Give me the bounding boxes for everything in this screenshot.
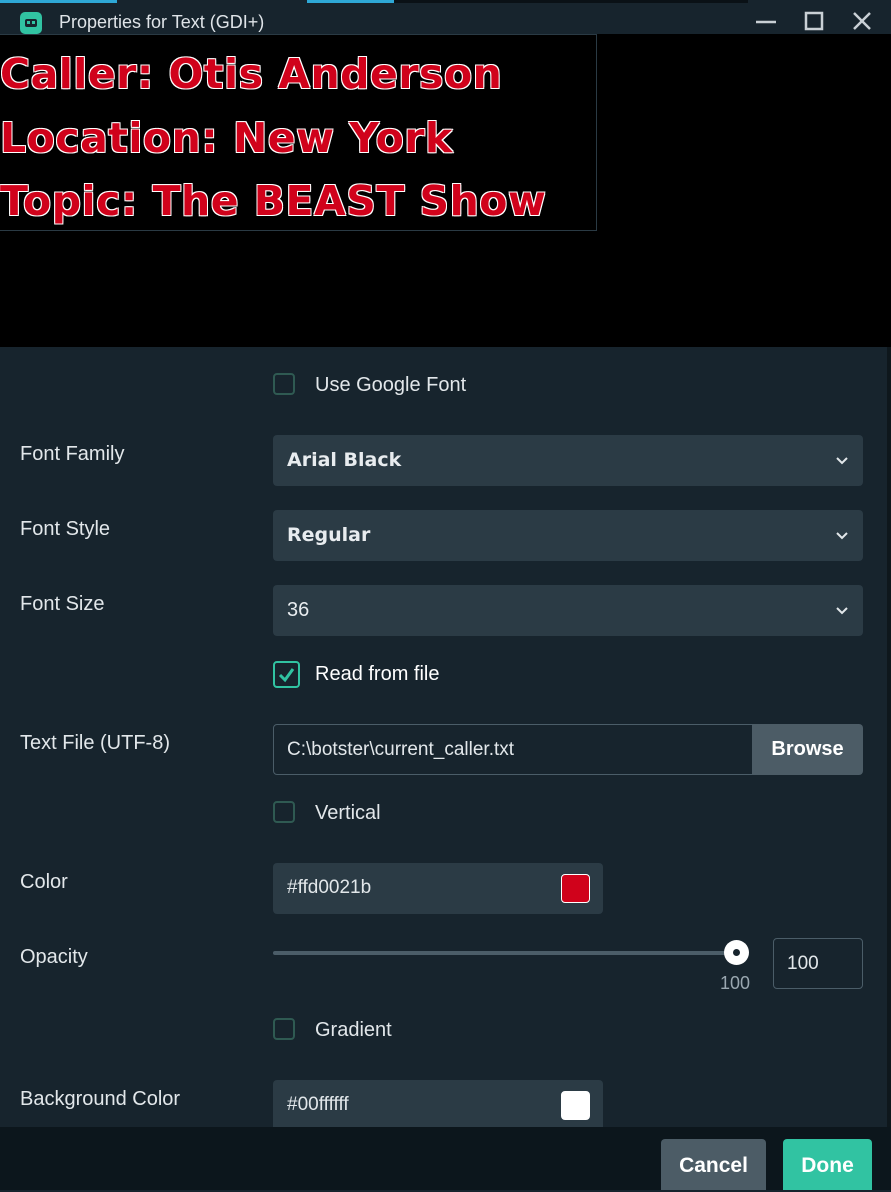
color-swatch[interactable] [561,874,590,903]
font-style-select[interactable]: Regular [273,510,863,561]
vertical-label: Vertical [315,802,381,824]
background-color-label: Background Color [20,1088,181,1110]
gradient-checkbox[interactable] [273,1018,295,1040]
browse-button[interactable]: Browse [752,724,863,775]
title-dark-line [394,0,748,3]
preview-line-location: Location: New York [0,113,453,162]
font-size-value: 36 [287,599,310,621]
opacity-slider-value: 100 [720,973,751,993]
opacity-input[interactable]: 100 [773,938,863,989]
read-from-file-checkbox[interactable] [273,661,300,688]
source-preview: Caller: Otis Anderson Location: New York… [0,34,891,347]
scrollbar[interactable] [887,347,891,1127]
background-color-field[interactable]: #00ffffff [273,1080,603,1127]
use-google-font-label: Use Google Font [315,374,467,396]
background-color-swatch[interactable] [561,1091,590,1120]
preview-line-topic: Topic: The BEAST Show [0,176,547,225]
use-google-font-checkbox[interactable] [273,373,295,395]
font-family-value: Arial Black [287,449,402,471]
opacity-slider-track[interactable] [273,951,738,955]
preview-line-caller: Caller: Otis Anderson [0,49,503,98]
window-title: Properties for Text (GDI+) [59,12,265,32]
chevron-down-icon [835,604,849,618]
text-file-input[interactable]: C:\botster\current_caller.txt [273,724,753,775]
background-color-value: #00ffffff [287,1094,349,1115]
font-style-value: Regular [287,524,371,546]
font-style-label: Font Style [20,518,111,540]
color-label: Color [20,871,68,893]
chevron-down-icon [835,454,849,468]
app-logo-icon [20,12,42,34]
gradient-label: Gradient [315,1019,392,1041]
font-size-label: Font Size [20,593,105,615]
opacity-slider-handle[interactable] [724,940,749,965]
font-family-label: Font Family [20,443,125,465]
color-field[interactable]: #ffd0021b [273,863,603,914]
read-from-file-label: Read from file [315,663,440,685]
opacity-input-value: 100 [787,953,819,974]
font-size-select[interactable]: 36 [273,585,863,636]
preview-text-bounds: Caller: Otis Anderson Location: New York… [0,34,597,231]
vertical-checkbox[interactable] [273,801,295,823]
color-value: #ffd0021b [287,877,372,898]
done-button[interactable]: Done [783,1139,872,1190]
opacity-label: Opacity [20,946,88,968]
text-file-label: Text File (UTF-8) [20,732,170,754]
cancel-button[interactable]: Cancel [661,1139,766,1190]
title-accent-line [307,0,394,3]
title-accent-line [0,0,117,3]
chevron-down-icon [835,529,849,543]
font-family-select[interactable]: Arial Black [273,435,863,486]
checkmark-icon [278,668,295,683]
text-file-value: C:\botster\current_caller.txt [287,739,515,760]
